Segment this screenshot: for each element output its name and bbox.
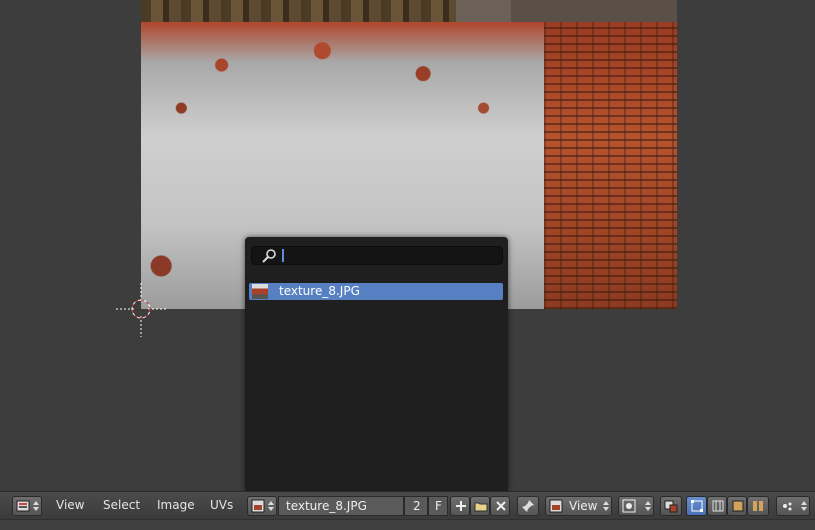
sticky-selection-icon (664, 500, 678, 513)
open-image-button[interactable] (470, 496, 490, 516)
pin-icon (522, 500, 534, 512)
image-browse-icon (251, 499, 265, 513)
chevron-updown-icon (645, 501, 651, 511)
pivot-icon (622, 499, 636, 513)
fake-user-label: F (435, 499, 442, 513)
image-editor-viewport[interactable]: texture_8.JPG (0, 0, 815, 491)
list-item-texture[interactable]: texture_8.JPG (249, 283, 503, 300)
folder-icon (474, 502, 488, 512)
editor-type-button[interactable] (12, 496, 42, 516)
chevron-updown-icon (603, 501, 609, 511)
image-browse-button[interactable] (247, 496, 277, 516)
close-icon (496, 501, 506, 511)
edge-select-button[interactable] (707, 496, 727, 516)
face-select-icon (732, 500, 744, 512)
mode-dropdown[interactable]: View (545, 496, 612, 516)
users-count-label: 2 (413, 499, 421, 513)
edge-select-icon (712, 500, 724, 512)
uv-image-editor-icon (16, 500, 30, 512)
image-name-field[interactable]: texture_8.JPG (278, 496, 404, 516)
image-browse-popup: texture_8.JPG (245, 237, 508, 491)
users-count-button[interactable]: 2 (404, 496, 428, 516)
new-image-button[interactable] (450, 496, 470, 516)
chevron-updown-icon (268, 501, 274, 511)
face-select-button[interactable] (727, 496, 747, 516)
mode-label: View (569, 499, 598, 513)
image-brick-wall (544, 22, 677, 309)
search-field[interactable] (251, 246, 503, 265)
editor-header: View Select Image UVs texture_8.JPG 2 F (0, 491, 815, 520)
cursor-2d-icon[interactable] (116, 283, 166, 337)
pin-button[interactable] (517, 496, 539, 516)
menu-uvs[interactable]: UVs (210, 498, 233, 512)
fake-user-button[interactable]: F (428, 496, 448, 516)
chevron-updown-icon (801, 501, 807, 511)
vertex-select-button[interactable] (686, 496, 707, 516)
vertex-select-icon (691, 500, 703, 512)
island-select-button[interactable] (747, 496, 769, 516)
chevron-updown-icon (33, 501, 39, 511)
area-divider[interactable] (0, 519, 815, 530)
unlink-image-button[interactable] (490, 496, 510, 516)
view-mode-icon (549, 499, 563, 513)
menu-image[interactable]: Image (157, 498, 195, 512)
island-select-icon (753, 501, 763, 511)
plus-icon (456, 501, 466, 511)
menu-view[interactable]: View (56, 498, 84, 512)
image-thumbnail-icon (252, 284, 268, 299)
sticky-selection-button[interactable] (660, 496, 682, 516)
snap-icon (783, 502, 792, 511)
image-name-label: texture_8.JPG (286, 499, 367, 513)
search-input[interactable] (286, 247, 496, 264)
list-item-label: texture_8.JPG (279, 284, 360, 298)
snap-dropdown[interactable] (776, 496, 810, 516)
pivot-dropdown[interactable] (618, 496, 654, 516)
menu-select[interactable]: Select (103, 498, 140, 512)
image-wood-strip (141, 0, 677, 22)
search-icon (262, 249, 276, 263)
text-caret (282, 249, 284, 262)
